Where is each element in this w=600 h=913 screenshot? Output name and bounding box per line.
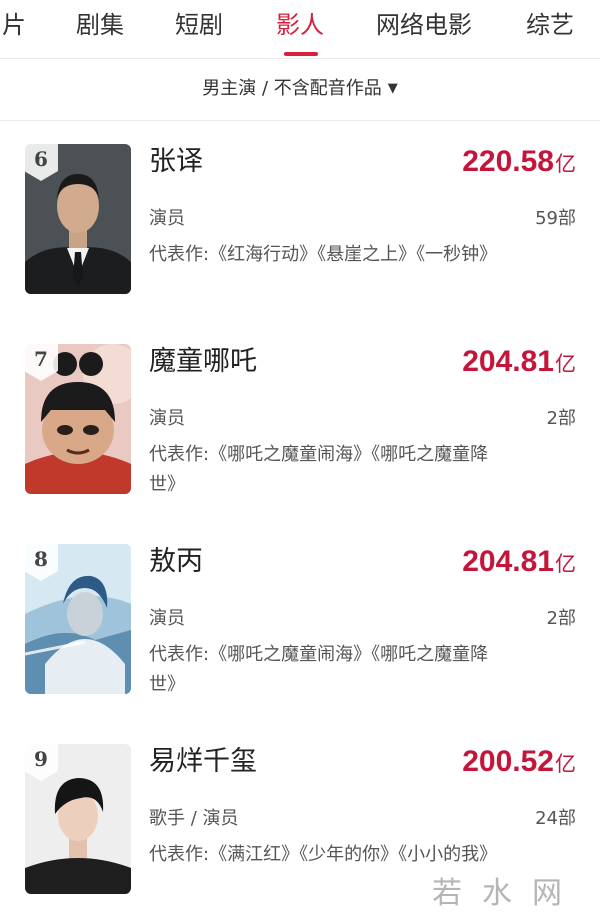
person-name: 敖丙 xyxy=(149,546,203,577)
tab-web-movies[interactable]: 网络电影 xyxy=(376,8,472,42)
list-item[interactable]: 9 易烊千玺 200.52亿 歌手 / 演员 24部 代表作:《满江红》《少年的… xyxy=(0,720,600,894)
representative-works: 代表作:《满江红》《少年的你》《小小的我》 xyxy=(149,844,498,865)
caret-down-icon: ▼ xyxy=(387,81,398,96)
person-role: 演员 xyxy=(149,408,185,429)
person-role: 演员 xyxy=(149,208,185,229)
representative-works: 代表作:《哪吒之魔童闹海》《哪吒之魔童降世》 xyxy=(149,644,489,695)
list-item[interactable]: 8 敖丙 204.81亿 演员 2部 代表作:《哪吒之魔童闹海》《哪吒之魔童降世… xyxy=(0,520,600,695)
box-office-unit: 亿 xyxy=(555,552,576,576)
box-office-unit: 亿 xyxy=(555,352,576,376)
box-office-value: 204.81 xyxy=(462,345,554,378)
representative-works: 代表作:《红海行动》《悬崖之上》《一秒钟》 xyxy=(149,244,498,265)
box-office-total: 220.58亿 xyxy=(462,142,576,186)
tab-people[interactable]: 影人 xyxy=(276,8,324,42)
tab-series[interactable]: 剧集 xyxy=(76,8,124,42)
person-role: 歌手 / 演员 xyxy=(149,808,239,829)
filter-label: 男主演 / 不含配音作品 xyxy=(202,78,382,99)
box-office-unit: 亿 xyxy=(555,152,576,176)
rank-badge: 7 xyxy=(24,343,58,383)
person-role: 演员 xyxy=(149,608,185,629)
box-office-value: 200.52 xyxy=(462,745,554,778)
works-count: 2部 xyxy=(546,408,576,429)
box-office-total: 204.81亿 xyxy=(462,342,576,386)
box-office-value: 220.58 xyxy=(462,145,554,178)
list-item[interactable]: 7 魔童哪吒 204.81亿 演员 2部 代表作:《哪吒之魔童闹海》《哪吒之魔童… xyxy=(0,320,600,495)
tab-variety[interactable]: 综艺 xyxy=(526,8,574,42)
list-item[interactable]: 6 张译 220.58亿 演员 59部 代表作:《红海行动》《悬崖之上》《一秒钟… xyxy=(0,120,600,294)
rank-badge: 9 xyxy=(24,743,58,783)
person-name: 易烊千玺 xyxy=(149,746,257,777)
person-name: 张译 xyxy=(149,146,203,177)
rank-number: 8 xyxy=(34,547,48,571)
box-office-total: 204.81亿 xyxy=(462,542,576,586)
rank-number: 6 xyxy=(34,147,48,171)
filter-dropdown[interactable]: 男主演 / 不含配音作品 ▼ xyxy=(0,74,600,104)
category-tabs: 片 剧集 短剧 影人 网络电影 综艺 xyxy=(0,0,600,58)
active-tab-indicator xyxy=(284,52,318,56)
rank-badge: 8 xyxy=(24,543,58,583)
rank-badge: 6 xyxy=(24,143,58,183)
box-office-unit: 亿 xyxy=(555,752,576,776)
works-count: 24部 xyxy=(535,808,576,829)
box-office-total: 200.52亿 xyxy=(462,742,576,786)
tab-short-drama[interactable]: 短剧 xyxy=(175,8,223,42)
works-count: 2部 xyxy=(546,608,576,629)
representative-works: 代表作:《哪吒之魔童闹海》《哪吒之魔童降世》 xyxy=(149,444,489,495)
rank-number: 7 xyxy=(34,347,48,371)
box-office-value: 204.81 xyxy=(462,545,554,578)
tabs-divider xyxy=(0,58,600,59)
person-name: 魔童哪吒 xyxy=(149,346,257,377)
tab-movies[interactable]: 片 xyxy=(2,8,26,42)
rank-number: 9 xyxy=(34,747,48,771)
watermark: 若水网 xyxy=(432,876,582,911)
works-count: 59部 xyxy=(535,208,576,229)
